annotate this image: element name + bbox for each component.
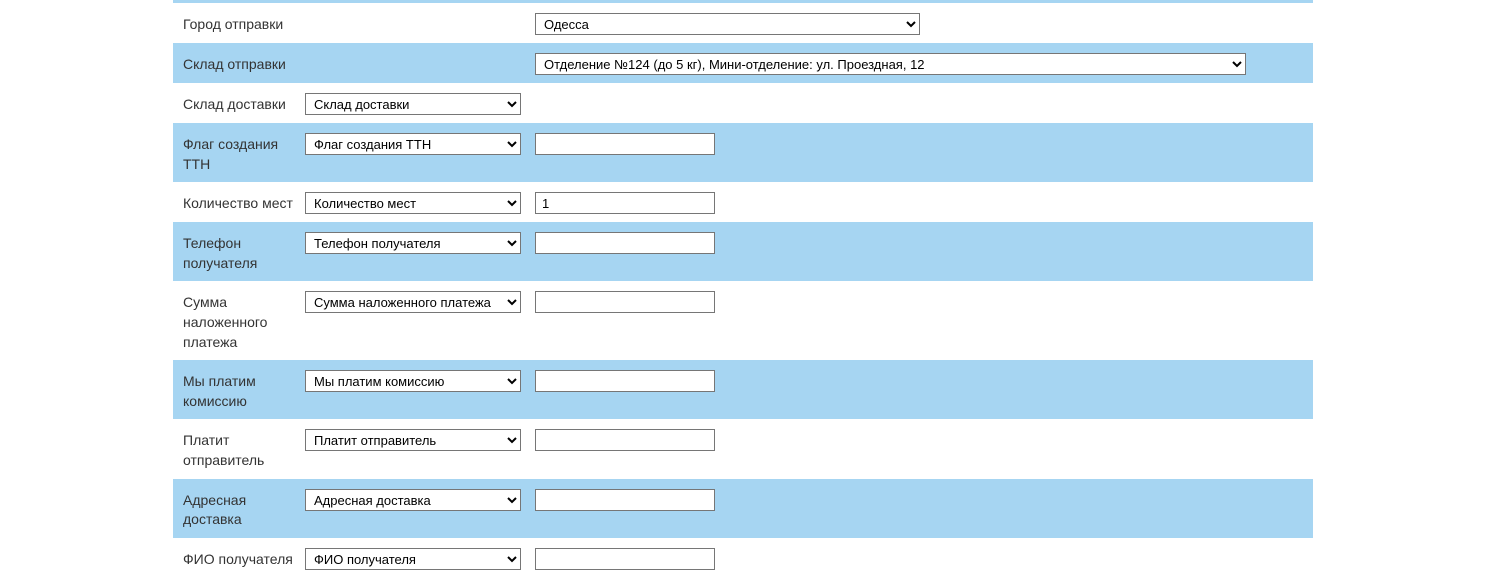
select-delivery-warehouse[interactable]: Склад доставки [305,93,521,115]
row-cod-amount: Сумма наложенного платежа Сумма наложенн… [173,281,1313,360]
row-receiver-name: ФИО получателя ФИО получателя [173,538,1313,578]
label-cod-amount: Сумма наложенного платежа [183,289,305,352]
select-ship-city[interactable]: Одесса [535,13,920,35]
row-sender-pays: Платит отправитель Платит отправитель [173,419,1313,478]
select-we-pay-commission[interactable]: Мы платим комиссию [305,370,521,392]
row-we-pay-commission: Мы платим комиссию Мы платим комиссию [173,360,1313,419]
select-address-delivery[interactable]: Адресная доставка [305,489,521,511]
select-cod-amount[interactable]: Сумма наложенного платежа [305,291,521,313]
row-delivery-warehouse: Склад доставки Склад доставки [173,83,1313,123]
label-delivery-warehouse: Склад доставки [183,91,305,115]
label-receiver-phone: Телефон получателя [183,230,305,273]
input-cod-amount[interactable] [535,291,715,313]
select-places-count[interactable]: Количество мест [305,192,521,214]
select-receiver-phone[interactable]: Телефон получателя [305,232,521,254]
row-address-delivery: Адресная доставка Адресная доставка [173,479,1313,538]
select-ship-warehouse[interactable]: Отделение №124 (до 5 кг), Мини-отделение… [535,53,1246,75]
select-receiver-name[interactable]: ФИО получателя [305,548,521,570]
input-receiver-name[interactable] [535,548,715,570]
input-address-delivery[interactable] [535,489,715,511]
input-we-pay-commission[interactable] [535,370,715,392]
input-receiver-phone[interactable] [535,232,715,254]
label-receiver-name: ФИО получателя [183,546,305,570]
select-sender-pays[interactable]: Платит отправитель [305,429,521,451]
row-receiver-phone: Телефон получателя Телефон получателя [173,222,1313,281]
label-ship-warehouse: Склад отправки [183,51,305,75]
input-places-count[interactable] [535,192,715,214]
row-places-count: Количество мест Количество мест [173,182,1313,222]
row-ship-city: Город отправки Одесса [173,3,1313,43]
label-ship-city: Город отправки [183,11,305,35]
row-ship-warehouse: Склад отправки Отделение №124 (до 5 кг),… [173,43,1313,83]
input-ttn-flag[interactable] [535,133,715,155]
row-ttn-flag: Флаг создания ТТН Флаг создания ТТН [173,123,1313,182]
label-address-delivery: Адресная доставка [183,487,305,530]
select-ttn-flag[interactable]: Флаг создания ТТН [305,133,521,155]
input-sender-pays[interactable] [535,429,715,451]
label-places-count: Количество мест [183,190,305,214]
label-we-pay-commission: Мы платим комиссию [183,368,305,411]
label-sender-pays: Платит отправитель [183,427,305,470]
form-container: Город отправки Одесса Склад отправки Отд… [0,0,1486,578]
label-ttn-flag: Флаг создания ТТН [183,131,305,174]
